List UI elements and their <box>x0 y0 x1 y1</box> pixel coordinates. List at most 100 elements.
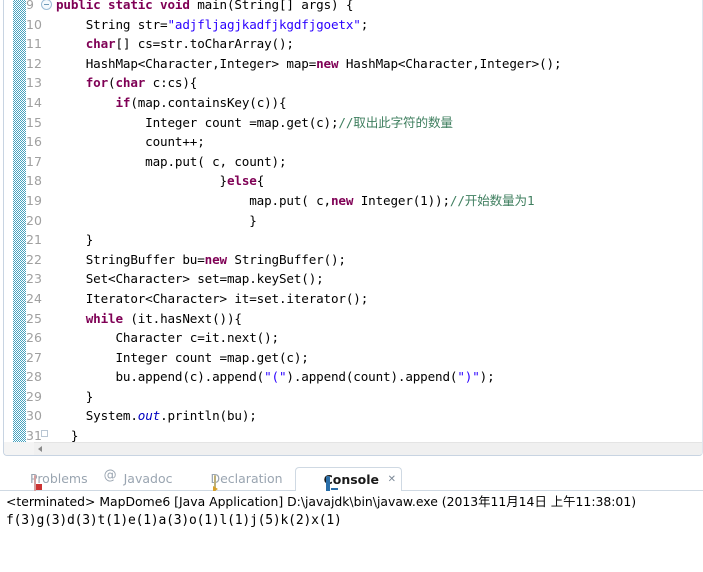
code-token: for <box>85 75 109 91</box>
code-line[interactable]: 24 Iterator<Character> it=set.iterator()… <box>4 289 702 309</box>
code-token: while <box>85 310 123 326</box>
view-tabbar: Problems @ Javadoc Declaration Console ✕ <box>0 467 703 495</box>
code-line[interactable]: 9 public static void main(String[] args) … <box>4 0 702 15</box>
code-line[interactable]: 11 char[] cs=str.toCharArray(); <box>4 34 702 54</box>
code-line-text: char[] cs=str.toCharArray(); <box>56 34 294 54</box>
code-token: ); <box>479 369 495 385</box>
line-number: 28 <box>26 369 42 385</box>
code-token: } <box>56 232 94 248</box>
code-line[interactable]: 23 Set<Character> set=map.keySet(); <box>4 269 702 289</box>
line-number: 29 <box>26 388 42 404</box>
code-line-text: } <box>56 387 94 407</box>
code-line-text: public static void main(String[] args) { <box>56 0 353 15</box>
problems-icon <box>34 475 36 492</box>
code-token: String str= <box>56 16 168 32</box>
scroll-left-arrow-icon[interactable] <box>34 443 47 455</box>
code-token: Integer count =map.get(c); <box>56 114 339 130</box>
line-number: 17 <box>26 153 42 169</box>
code-token: StringBuffer(); <box>226 251 346 267</box>
line-number: 13 <box>26 75 42 91</box>
code-fold-collapse-icon[interactable] <box>41 0 52 10</box>
line-number: 11 <box>26 36 42 52</box>
tab-javadoc[interactable]: @ Javadoc <box>100 467 179 491</box>
code-line[interactable]: 13 for(char c:cs){ <box>4 73 702 93</box>
code-token: //取出此字符的数量 <box>338 114 453 130</box>
code-line[interactable]: 19 map.put( c,new Integer(1));//开始数量为1 <box>4 191 702 211</box>
code-line-text: while (it.hasNext()){ <box>56 309 242 329</box>
code-token: } <box>56 212 257 228</box>
code-line[interactable]: 21 } <box>4 230 702 250</box>
code-line[interactable]: 30 System.out.println(bu); <box>4 406 702 426</box>
code-token: StringBuffer bu= <box>56 251 205 267</box>
code-token: map.put( c, count); <box>56 153 287 169</box>
code-line[interactable]: 22 StringBuffer bu=new StringBuffer(); <box>4 250 702 270</box>
editor-horizontal-scrollbar[interactable] <box>34 442 702 455</box>
code-line-text: Character c=it.next(); <box>56 328 279 348</box>
code-text-area[interactable]: 9 public static void main(String[] args) … <box>4 0 702 445</box>
code-token: else <box>226 173 257 189</box>
console-terminated-line: <terminated> MapDome6 [Java Application]… <box>6 494 637 509</box>
code-token: HashMap<Character,Integer> map= <box>56 55 317 71</box>
code-line[interactable]: 15 Integer count =map.get(c);//取出此字符的数量 <box>4 113 702 133</box>
line-number: 14 <box>26 94 42 110</box>
tab-console[interactable]: Console ✕ <box>294 467 403 495</box>
code-line-text: for(char c:cs){ <box>56 73 198 93</box>
code-line[interactable]: 16 count++; <box>4 132 702 152</box>
line-number: 21 <box>26 232 42 248</box>
line-number: 18 <box>26 173 42 189</box>
tab-problems[interactable]: Problems <box>4 467 94 492</box>
code-line-text: Set<Character> set=map.keySet(); <box>56 269 324 289</box>
code-line[interactable]: 29 } <box>4 387 702 407</box>
code-line[interactable]: 26 Character c=it.next(); <box>4 328 702 348</box>
code-token: Iterator<Character> it=set.iterator(); <box>56 290 369 306</box>
code-line[interactable]: 12 HashMap<Character,Integer> map=new Ha… <box>4 54 702 74</box>
code-token: bu.append(c).append( <box>56 369 265 385</box>
code-token: HashMap<Character,Integer>(); <box>338 55 562 71</box>
code-token: //开始数量为1 <box>449 192 535 208</box>
code-token: System. <box>56 408 138 424</box>
code-token: (it.hasNext()){ <box>122 310 242 326</box>
code-line[interactable]: 14 if(map.containsKey(c)){ <box>4 93 702 113</box>
tab-label: Javadoc <box>123 471 173 486</box>
code-token: new <box>331 192 354 208</box>
console-output-text: f(3)g(3)d(3)t(1)e(1)a(3)o(1)l(1)j(5)k(2)… <box>6 513 342 528</box>
line-number: 15 <box>26 114 42 130</box>
code-token: } <box>56 388 94 404</box>
code-line[interactable]: 20 } <box>4 211 702 231</box>
code-line-text: }else{ <box>56 171 265 191</box>
code-line-text: String str="adjfljagjkadfjkgdfjgoetx"; <box>56 15 369 35</box>
panel-gap <box>0 459 703 467</box>
tab-declaration[interactable]: Declaration <box>184 467 288 492</box>
code-token: main(String[] args) { <box>197 0 354 12</box>
line-number: 27 <box>26 349 42 365</box>
code-token: out <box>137 408 161 424</box>
code-line-text: StringBuffer bu=new StringBuffer(); <box>56 250 346 270</box>
code-line[interactable]: 17 map.put( c, count); <box>4 152 702 172</box>
console-output-area[interactable]: <terminated> MapDome6 [Java Application]… <box>0 491 703 572</box>
code-token: count++; <box>56 134 205 150</box>
code-line-text: } <box>56 230 94 250</box>
code-line[interactable]: 25 while (it.hasNext()){ <box>4 309 702 329</box>
code-line-text: count++; <box>56 132 205 152</box>
code-token: } <box>56 173 228 189</box>
fold-end-marker-icon[interactable] <box>41 430 48 437</box>
code-line-text: map.put( c,new Integer(1));//开始数量为1 <box>56 191 534 211</box>
editor-panel: 9 public static void main(String[] args) … <box>0 0 703 459</box>
line-number: 30 <box>26 408 42 424</box>
code-line[interactable]: 28 bu.append(c).append("(").append(count… <box>4 367 702 387</box>
code-line[interactable]: 18 }else{ <box>4 171 702 191</box>
code-line-text: System.out.println(bu); <box>56 406 257 426</box>
code-token: ; <box>360 16 369 32</box>
close-icon[interactable]: ✕ <box>388 468 396 492</box>
code-token: new <box>204 251 227 267</box>
line-number: 9 <box>26 0 34 12</box>
code-line[interactable]: 10 String str="adjfljagjkadfjkgdfjgoetx"… <box>4 15 702 35</box>
line-number: 23 <box>26 271 42 287</box>
code-token: c:cs){ <box>145 75 198 91</box>
tab-label: Console <box>323 472 380 487</box>
code-token: char <box>115 75 146 91</box>
at-icon: @ <box>103 468 117 483</box>
line-number: 26 <box>26 330 42 346</box>
code-line[interactable]: 27 Integer count =map.get(c); <box>4 348 702 368</box>
